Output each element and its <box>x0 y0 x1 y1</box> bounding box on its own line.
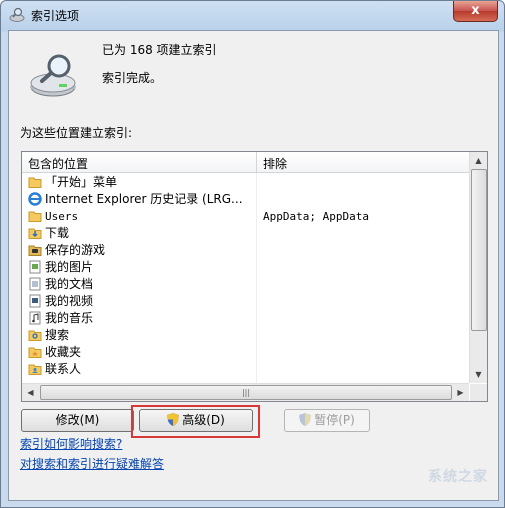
list-header: 包含的位置 排除 <box>22 152 469 173</box>
search-folder-icon <box>28 328 42 342</box>
close-button[interactable]: x <box>453 1 498 22</box>
indexed-locations-list[interactable]: 包含的位置 排除 「开始」菜单 Internet Explorer 历史记录 (L… <box>21 151 488 402</box>
vertical-scroll-thumb[interactable] <box>471 169 487 331</box>
download-folder-icon <box>28 226 42 240</box>
indexing-status-text: 索引完成。 <box>102 71 163 85</box>
list-item[interactable]: 我的文档 <box>22 276 469 293</box>
location-name: 收藏夹 <box>45 345 82 359</box>
indexed-count-text: 已为 168 项建立索引 <box>102 43 217 57</box>
location-name: 保存的游戏 <box>45 243 106 257</box>
folder-icon <box>28 209 42 223</box>
indexing-app-icon <box>9 7 25 22</box>
scroll-up-icon[interactable]: ▲ <box>470 152 487 169</box>
exclude-value: AppData; AppData <box>263 210 369 223</box>
uac-shield-icon <box>167 413 180 426</box>
advanced-button-label: 高级(D) <box>182 413 225 427</box>
list-item[interactable]: 联系人 <box>22 361 469 378</box>
location-name: Internet Explorer 历史记录 (LRG... <box>45 192 243 206</box>
indexed-drive-icon <box>30 54 76 97</box>
list-item[interactable]: 收藏夹 <box>22 344 469 361</box>
pause-button-label: 暂停(P) <box>314 413 355 427</box>
location-name: 搜索 <box>45 328 70 342</box>
title-bar: 索引选项 x <box>1 1 504 29</box>
ie-icon <box>28 192 42 206</box>
music-icon <box>28 311 42 325</box>
watermark-logo: 系统之家 <box>428 469 488 485</box>
window-title: 索引选项 <box>31 9 80 23</box>
location-name: 我的音乐 <box>45 311 94 325</box>
close-icon: x <box>471 3 480 18</box>
horizontal-scroll-thumb[interactable]: ||| <box>40 385 452 400</box>
list-item[interactable]: 保存的游戏 <box>22 242 469 259</box>
troubleshoot-link[interactable]: 对搜索和索引进行疑难解答 <box>20 455 164 472</box>
list-item[interactable]: Users AppData; AppData <box>22 208 469 225</box>
folder-icon <box>28 175 42 189</box>
videos-icon <box>28 294 42 308</box>
list-item[interactable]: Internet Explorer 历史记录 (LRG... <box>22 191 469 208</box>
dialog-body: 已为 168 项建立索引 索引完成。 为这些位置建立索引: 包含的位置 排除 「… <box>8 30 499 501</box>
location-name: 我的视频 <box>45 294 94 308</box>
pictures-icon <box>28 260 42 274</box>
modify-button-label: 修改(M) <box>55 413 100 427</box>
list-item[interactable]: 我的音乐 <box>22 310 469 327</box>
locations-label: 为这些位置建立索引: <box>20 126 133 140</box>
pause-button[interactable]: 暂停(P) <box>284 409 370 432</box>
uac-shield-icon <box>299 413 312 426</box>
scroll-left-icon[interactable]: ◀ <box>22 384 39 401</box>
list-rows: 「开始」菜单 Internet Explorer 历史记录 (LRG... User… <box>22 173 469 383</box>
column-header-exclude[interactable]: 排除 <box>263 155 287 172</box>
horizontal-scrollbar[interactable]: ◀ ||| ▶ <box>22 383 469 401</box>
list-item[interactable]: 我的视频 <box>22 293 469 310</box>
list-item[interactable]: 下载 <box>22 225 469 242</box>
documents-icon <box>28 277 42 291</box>
indexing-options-window: 索引选项 x 已为 168 项建立索引 索引完成。 为这些位置建立索引: 包含的… <box>0 0 505 508</box>
scroll-right-icon[interactable]: ▶ <box>452 384 469 401</box>
list-item[interactable]: 「开始」菜单 <box>22 174 469 191</box>
games-folder-icon <box>28 243 42 257</box>
location-name: 「开始」菜单 <box>45 175 118 189</box>
location-name: 联系人 <box>45 362 82 376</box>
column-header-included[interactable]: 包含的位置 <box>28 155 88 172</box>
vertical-scrollbar[interactable]: ▲ ▼ <box>469 152 487 383</box>
location-name: 我的文档 <box>45 277 94 291</box>
contacts-icon <box>28 362 42 376</box>
list-item[interactable]: 搜索 <box>22 327 469 344</box>
location-name: 下载 <box>45 226 70 240</box>
location-name: 我的图片 <box>45 260 94 274</box>
advanced-button[interactable]: 高级(D) <box>139 409 253 432</box>
scroll-down-icon[interactable]: ▼ <box>470 366 487 383</box>
list-item[interactable]: 我的图片 <box>22 259 469 276</box>
modify-button[interactable]: 修改(M) <box>21 409 134 432</box>
favorites-folder-icon <box>28 345 42 359</box>
location-name: Users <box>45 210 79 223</box>
how-indexing-affects-search-link[interactable]: 索引如何影响搜索? <box>20 435 122 452</box>
